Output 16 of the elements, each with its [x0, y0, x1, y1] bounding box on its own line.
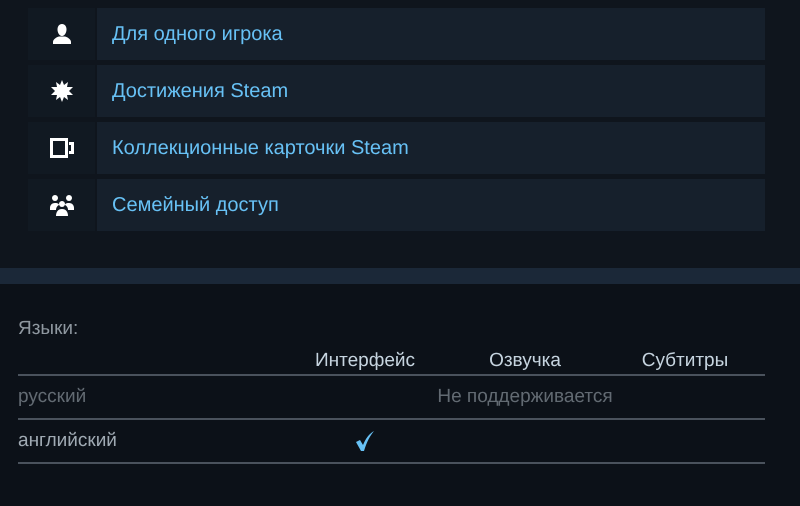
people-icon: [50, 194, 74, 216]
unsupported-note: Не поддерживается: [285, 376, 765, 420]
languages-title: Языки:: [18, 318, 80, 340]
cards-icon: [50, 137, 74, 159]
feature-link[interactable]: Для одного игрока: [97, 8, 765, 60]
column-header: Озвучка: [445, 350, 605, 376]
column-header: Субтитры: [605, 350, 765, 376]
feature-link[interactable]: Коллекционные карточки Steam: [97, 122, 765, 174]
column-header: Интерфейс: [285, 350, 445, 376]
language-name: английский: [18, 420, 285, 464]
person-icon: [50, 23, 72, 45]
feature-link[interactable]: Семейный доступ: [97, 179, 765, 231]
star-burst-icon: [50, 80, 72, 102]
language-name: русский: [18, 376, 285, 420]
feature-link[interactable]: Достижения Steam: [97, 65, 765, 117]
checkmark-icon: [355, 430, 375, 452]
